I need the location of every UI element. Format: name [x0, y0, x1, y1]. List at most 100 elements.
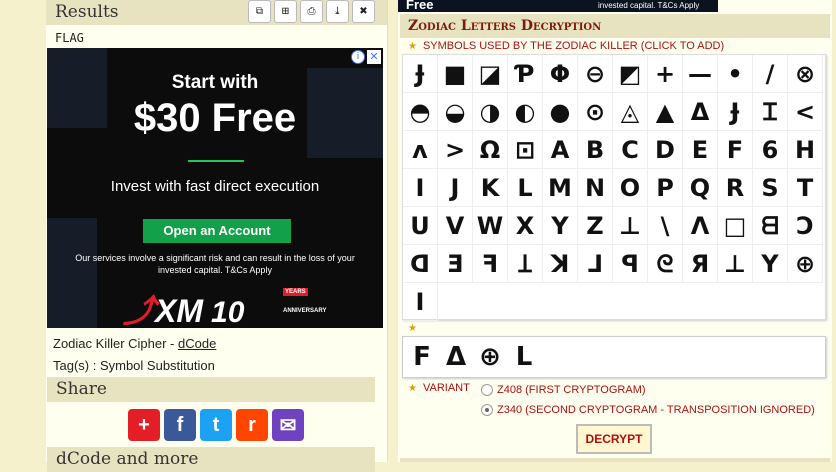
symbol-cell[interactable]: ⊡: [508, 131, 543, 169]
symbol-cell[interactable]: J: [438, 169, 473, 207]
symbol-cell[interactable]: ⊗: [788, 55, 823, 93]
symbol-cell[interactable]: T: [788, 169, 823, 207]
symbol-cell[interactable]: □: [718, 207, 753, 245]
symbol-cell[interactable]: —: [683, 55, 718, 93]
symbol-cell[interactable]: X: [508, 207, 543, 245]
top-ad-free: Free: [406, 0, 434, 12]
symbol-cell[interactable]: Y: [753, 245, 788, 283]
symbol-cell[interactable]: ◩: [613, 55, 648, 93]
twitter-share-button[interactable]: t: [200, 409, 232, 441]
symbol-cell[interactable]: ꓘ: [543, 245, 578, 283]
symbol-grid: Ɉ ■ ◪ Ƥ Φ ⊖ ◩ + — • / ⊗ ◓ ◒ ◑ ◐ ● ⊙ ◬ ▲ Δ Ɉ Ɪ < ʌ > Ω ⊡ A B C D E F 6 H I J K L…: [402, 54, 826, 321]
symbol-cell[interactable]: P: [648, 169, 683, 207]
symbol-cell[interactable]: Y: [543, 207, 578, 245]
ad-info-icon[interactable]: i: [351, 50, 365, 64]
symbol-cell[interactable]: ▲: [648, 93, 683, 131]
symbol-cell[interactable]: Ǝ: [438, 245, 473, 283]
symbol-cell[interactable]: Ƥ: [508, 55, 543, 93]
symbol-cell[interactable]: ᗺ: [753, 207, 788, 245]
symbol-cell[interactable]: B: [578, 131, 613, 169]
symbol-cell[interactable]: ◑: [473, 93, 508, 131]
symbol-cell[interactable]: >: [438, 131, 473, 169]
symbol-cell[interactable]: Φ: [543, 55, 578, 93]
symbol-cell[interactable]: +: [648, 55, 683, 93]
symbol-cell[interactable]: E: [683, 131, 718, 169]
symbol-cell[interactable]: ◬: [613, 93, 648, 131]
symbol-cell[interactable]: ꟻ: [473, 245, 508, 283]
symbol-cell[interactable]: ◪: [473, 55, 508, 93]
symbol-cell[interactable]: •: [718, 55, 753, 93]
symbol-cell[interactable]: I: [403, 169, 438, 207]
symbol-cell[interactable]: K: [473, 169, 508, 207]
symbol-cell[interactable]: A: [543, 131, 578, 169]
email-share-button[interactable]: ✉: [272, 409, 304, 441]
advertisement[interactable]: i ✕ Start with $30 Free Invest with fast…: [47, 48, 383, 328]
symbol-cell[interactable]: ⊥: [718, 245, 753, 283]
variant-z340[interactable]: Z340 (SECOND CRYPTOGRAM - TRANSPOSITION …: [481, 404, 815, 416]
print-button[interactable]: ⎙: [300, 0, 323, 23]
symbol-cell[interactable]: ⊥: [613, 207, 648, 245]
symbol-cell[interactable]: Ɉ: [718, 93, 753, 131]
ad-cta-button[interactable]: Open an Account: [143, 219, 291, 243]
symbol-cell[interactable]: ᘓ: [648, 245, 683, 283]
symbol-cell[interactable]: C: [613, 131, 648, 169]
symbol-cell[interactable]: M: [543, 169, 578, 207]
clear-button[interactable]: ✖: [352, 0, 375, 23]
top-ad-banner[interactable]: Free invested capital. T&Cs Apply: [398, 0, 718, 12]
symbol-cell[interactable]: W: [473, 207, 508, 245]
symbol-cell[interactable]: H: [788, 131, 823, 169]
symbol-cell[interactable]: ᗡ: [403, 245, 438, 283]
symbol-cell[interactable]: ⊕: [788, 245, 823, 283]
ad-subline: Invest with fast direct execution: [110, 178, 320, 195]
symbol-cell[interactable]: Ɪ: [753, 93, 788, 131]
symbol-cell[interactable]: \: [648, 207, 683, 245]
radio-button[interactable]: [481, 384, 493, 396]
symbol-cell[interactable]: ◓: [403, 93, 438, 131]
symbol-cell[interactable]: Ω: [473, 131, 508, 169]
decrypt-button[interactable]: DECRYPT: [576, 424, 652, 454]
facebook-share-button[interactable]: f: [164, 409, 196, 441]
add-share-button[interactable]: +: [128, 409, 160, 441]
symbol-cell[interactable]: ■: [438, 55, 473, 93]
symbol-cell[interactable]: Ʇ: [508, 245, 543, 283]
symbol-cell[interactable]: Z: [578, 207, 613, 245]
copy-button[interactable]: ⧉: [248, 0, 271, 23]
symbol-cell[interactable]: Q: [683, 169, 718, 207]
download-button[interactable]: ⤓: [326, 0, 349, 23]
variant-z408[interactable]: Z408 (FIRST CRYPTOGRAM): [481, 384, 646, 396]
symbol-cell[interactable]: Δ: [683, 93, 718, 131]
symbol-cell[interactable]: ⅃: [578, 245, 613, 283]
ad-close-icon[interactable]: ✕: [367, 50, 381, 64]
symbol-cell[interactable]: Ɉ: [403, 55, 438, 93]
symbol-cell[interactable]: ◒: [438, 93, 473, 131]
symbol-cell[interactable]: Ↄ: [788, 207, 823, 245]
reddit-share-button[interactable]: r: [236, 409, 268, 441]
symbol-cell[interactable]: <: [788, 93, 823, 131]
symbol-cell[interactable]: D: [648, 131, 683, 169]
radio-button[interactable]: [481, 404, 493, 416]
symbol-cell[interactable]: ⊙: [578, 93, 613, 131]
symbol-cell[interactable]: U: [403, 207, 438, 245]
symbol-cell[interactable]: I: [403, 283, 438, 321]
symbol-cell[interactable]: Я: [683, 245, 718, 283]
symbol-cell[interactable]: S: [753, 169, 788, 207]
symbol-cell[interactable]: O: [613, 169, 648, 207]
symbol-cell[interactable]: ◐: [508, 93, 543, 131]
symbol-cell[interactable]: 6: [753, 131, 788, 169]
symbol-cell[interactable]: /: [753, 55, 788, 93]
grid-button[interactable]: ⊞: [274, 0, 297, 23]
symbol-cell[interactable]: N: [578, 169, 613, 207]
symbol-cell[interactable]: V: [438, 207, 473, 245]
cipher-input[interactable]: F Δ ⊕ L: [402, 336, 826, 378]
symbol-cell[interactable]: ⊖: [578, 55, 613, 93]
symbol-cell[interactable]: Λ: [683, 207, 718, 245]
symbol-cell[interactable]: ●: [543, 93, 578, 131]
symbol-cell[interactable]: L: [508, 169, 543, 207]
symbol-cell[interactable]: R: [718, 169, 753, 207]
symbol-cell[interactable]: ʌ: [403, 131, 438, 169]
symbol-cell[interactable]: ꟼ: [613, 245, 648, 283]
star-icon: ★: [408, 41, 417, 52]
symbol-cell[interactable]: F: [718, 131, 753, 169]
result-output: FLAG: [55, 31, 84, 45]
dcode-link[interactable]: dCode: [178, 336, 216, 351]
